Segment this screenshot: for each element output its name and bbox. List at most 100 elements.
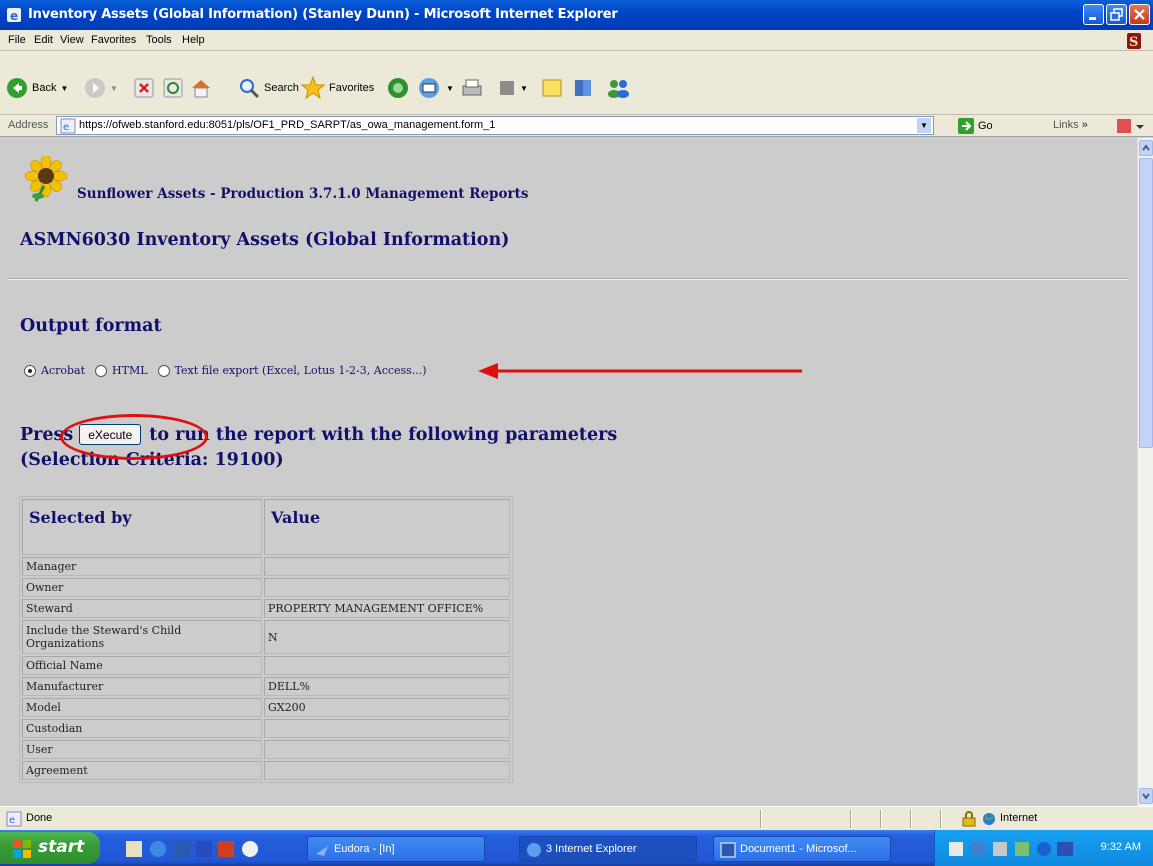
radio-text-export[interactable]: [157, 364, 170, 377]
word-icon: [720, 842, 736, 858]
taskbar-button-eudora[interactable]: Eudora - [In]: [307, 836, 485, 862]
row-label: Official Name: [22, 656, 262, 675]
parameters-table: Selected by Value Manager Owner Steward P…: [19, 496, 513, 783]
media-button[interactable]: [387, 75, 409, 101]
scroll-thumb[interactable]: [1139, 158, 1153, 448]
chevron-down-icon: ▼: [446, 83, 454, 93]
security-zone: Internet: [1000, 812, 1038, 824]
scroll-down-button[interactable]: [1139, 788, 1153, 804]
edit-button[interactable]: ▼: [498, 75, 528, 101]
svg-text:e: e: [10, 9, 18, 23]
red-circle-annotation: [60, 414, 208, 460]
mail-button[interactable]: ▼: [418, 75, 454, 101]
chevron-down-icon: [1142, 793, 1150, 800]
table-row: Include the Steward's Child Organization…: [22, 620, 510, 654]
go-button[interactable]: Go: [958, 118, 993, 134]
row-value: [264, 578, 510, 597]
close-icon: [1134, 9, 1145, 20]
address-label: Address: [8, 119, 49, 131]
favorites-button[interactable]: Favorites: [301, 75, 374, 101]
messenger-button[interactable]: [606, 75, 632, 101]
status-divider: [940, 810, 942, 828]
svg-text:e: e: [63, 122, 69, 133]
back-arrow-icon: [7, 78, 27, 98]
close-button[interactable]: [1129, 4, 1150, 25]
stanford-logo-icon: S: [1127, 33, 1141, 50]
discuss-button[interactable]: [541, 75, 563, 101]
menu-view[interactable]: View: [60, 34, 84, 46]
row-value: [264, 719, 510, 738]
print-button[interactable]: [460, 75, 484, 101]
stop-button[interactable]: [134, 75, 154, 101]
taskbar-label: Document1 - Microsof...: [740, 843, 857, 855]
row-label: Steward: [22, 599, 262, 618]
start-label: start: [38, 837, 85, 857]
chevron-down-icon: ▼: [110, 83, 118, 93]
start-button[interactable]: start: [0, 832, 100, 864]
page-done-icon: e: [6, 811, 22, 827]
page-content: Sunflower Assets - Production 3.7.1.0 Ma…: [0, 138, 1137, 806]
refresh-icon: [163, 78, 183, 98]
menu-favorites[interactable]: Favorites: [91, 34, 136, 46]
translate-icon[interactable]: [1117, 118, 1145, 134]
menu-help[interactable]: Help: [182, 34, 205, 46]
chevron-down-icon: ▼: [60, 83, 69, 93]
red-arrow-annotation: [478, 363, 802, 379]
table-row: Manager: [22, 557, 510, 576]
forward-button[interactable]: ▼: [84, 75, 118, 101]
option-acrobat[interactable]: Acrobat: [24, 364, 85, 377]
search-button[interactable]: Search: [238, 75, 299, 101]
taskbar-button-ie[interactable]: 3 Internet Explorer: [519, 836, 697, 862]
row-label: User: [22, 740, 262, 759]
table-row: User: [22, 740, 510, 759]
taskbar-label: Eudora - [In]: [334, 843, 395, 855]
back-button[interactable]: Back ▼: [6, 75, 68, 101]
window-title: Inventory Assets (Global Information) (S…: [28, 7, 618, 22]
edit-icon: [500, 81, 514, 95]
star-icon: [301, 76, 325, 100]
vertical-scrollbar[interactable]: [1137, 138, 1153, 806]
clock: 9:32 AM: [1100, 841, 1141, 853]
row-label: Agreement: [22, 761, 262, 780]
scroll-up-button[interactable]: [1139, 140, 1153, 156]
taskbar-button-word[interactable]: Document1 - Microsof...: [713, 836, 891, 862]
restore-button[interactable]: [1106, 4, 1127, 25]
address-input[interactable]: e https://ofweb.stanford.edu:8051/pls/OF…: [56, 116, 934, 135]
chevron-up-icon: [1142, 144, 1150, 151]
restore-icon: [1110, 8, 1123, 21]
lock-icon: [962, 811, 976, 827]
links-button[interactable]: Links »: [1053, 119, 1088, 131]
output-format-options: Acrobat HTML Text file export (Excel, Lo…: [24, 364, 437, 377]
page-title: ASMN6030 Inventory Assets (Global Inform…: [20, 230, 510, 250]
taskbar: start Eudora - [In] 3 Internet Explorer …: [0, 830, 1153, 866]
go-arrow-icon: [958, 118, 974, 134]
minimize-button[interactable]: [1083, 4, 1104, 25]
option-html-label: HTML: [112, 364, 148, 377]
table-row: Custodian: [22, 719, 510, 738]
ie-icon: [527, 843, 541, 857]
option-text-export-label: Text file export (Excel, Lotus 1-2-3, Ac…: [174, 364, 427, 377]
quick-launch-icons[interactable]: [126, 840, 274, 858]
table-row: Official Name: [22, 656, 510, 675]
refresh-button[interactable]: [163, 75, 183, 101]
option-acrobat-label: Acrobat: [41, 364, 86, 377]
output-format-heading: Output format: [20, 316, 162, 336]
svg-text:S: S: [1129, 35, 1138, 50]
radio-acrobat[interactable]: [24, 364, 36, 377]
table-row: Steward PROPERTY MANAGEMENT OFFICE%: [22, 599, 510, 618]
research-button[interactable]: [572, 75, 596, 101]
menu-file[interactable]: File: [8, 34, 26, 46]
menu-tools[interactable]: Tools: [146, 34, 172, 46]
tray-icons[interactable]: [949, 840, 1079, 858]
title-bar[interactable]: e Inventory Assets (Global Information) …: [0, 0, 1153, 30]
svg-text:e: e: [9, 815, 15, 826]
sunflower-logo-icon: [24, 156, 68, 202]
option-html[interactable]: HTML: [95, 364, 148, 377]
status-divider: [850, 810, 852, 828]
home-button[interactable]: [190, 75, 212, 101]
dropdown-arrow-icon[interactable]: ▼: [917, 118, 931, 133]
menu-edit[interactable]: Edit: [34, 34, 53, 46]
header-selected-by: Selected by: [22, 499, 262, 555]
option-text-export[interactable]: Text file export (Excel, Lotus 1-2-3, Ac…: [157, 364, 427, 377]
radio-html[interactable]: [95, 364, 108, 377]
